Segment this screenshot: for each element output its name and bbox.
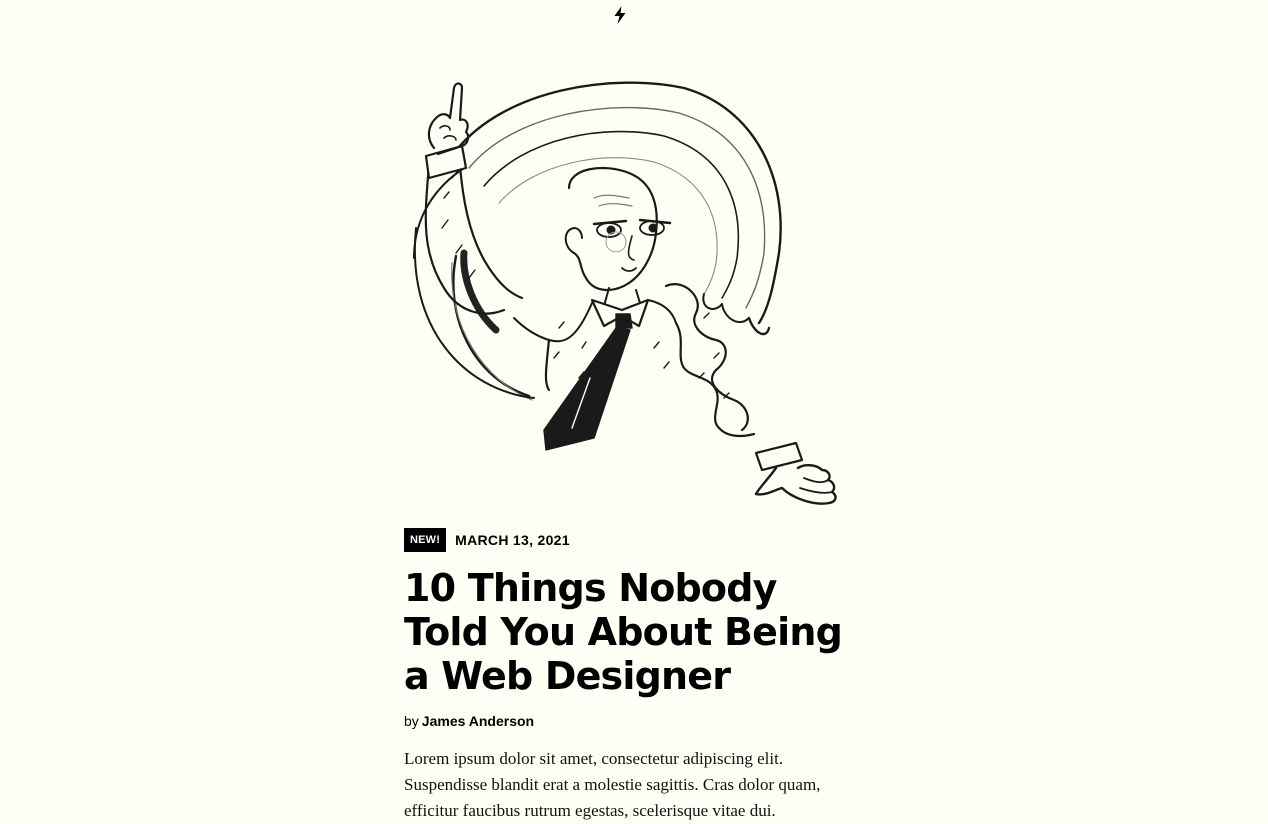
- byline-label: by: [404, 713, 419, 729]
- site-logo[interactable]: [612, 6, 628, 24]
- hero-illustration: [404, 78, 844, 510]
- new-badge: NEW!: [404, 528, 447, 552]
- author-link[interactable]: James Anderson: [422, 713, 534, 729]
- post-excerpt: Lorem ipsum dolor sit amet, consectetur …: [404, 749, 821, 820]
- post-date: MARCH 13, 2021: [455, 532, 570, 548]
- byline: by James Anderson: [404, 711, 534, 731]
- post-title[interactable]: 10 Things Nobody Told You About Being a …: [404, 566, 854, 698]
- post-meta: NEW! MARCH 13, 2021: [404, 528, 570, 552]
- lightning-bolt-icon: [614, 6, 626, 24]
